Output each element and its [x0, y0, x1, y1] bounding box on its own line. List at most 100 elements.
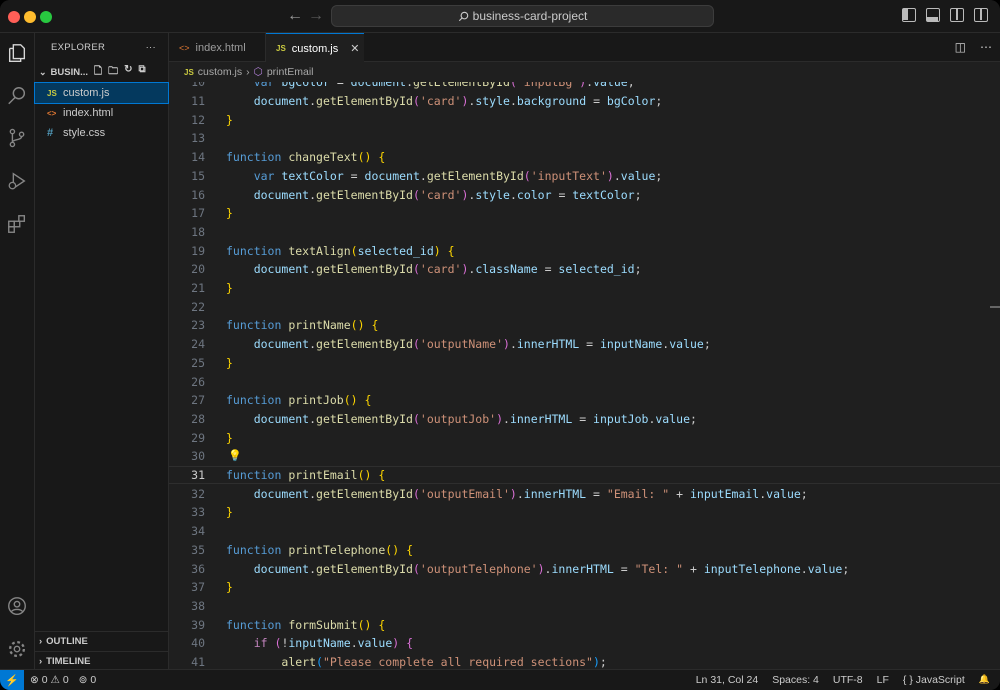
notifications-bell-icon[interactable]: 🔔	[979, 674, 990, 686]
breadcrumb-separator: ›	[246, 66, 250, 78]
explorer-sidebar: EXPLORER ··· ⌄ BUSIN... 🗋 🗀 ↻ ⧉ JS custo…	[34, 33, 169, 671]
code-text: var bgColor = document.getElementById('i…	[253, 82, 635, 90]
code-line[interactable]: 28 document.getElementById('outputJob').…	[169, 410, 1000, 429]
code-line[interactable]: 33}	[169, 503, 1000, 522]
cursor-position[interactable]: Ln 31, Col 24	[696, 674, 758, 686]
tab-custom-js[interactable]: JS custom.js ✕	[266, 33, 364, 63]
account-icon[interactable]	[6, 595, 28, 617]
html-file-icon: <>	[47, 108, 57, 118]
code-line[interactable]: 11 document.getElementById('card').style…	[169, 92, 1000, 111]
code-text: }	[226, 112, 233, 127]
new-folder-icon[interactable]: 🗀	[108, 64, 118, 81]
code-line[interactable]: 32 document.getElementById('outputEmail'…	[169, 484, 1000, 503]
timeline-section[interactable]: › TIMELINE	[35, 651, 169, 671]
code-line[interactable]: 22	[169, 297, 1000, 316]
code-line[interactable]: 29}	[169, 428, 1000, 447]
code-line[interactable]: 26	[169, 372, 1000, 391]
lightbulb-icon[interactable]: 💡	[228, 449, 242, 462]
remote-indicator-icon[interactable]: ⚡	[0, 670, 24, 690]
close-window-button[interactable]	[8, 11, 20, 23]
code-line[interactable]: 12}	[169, 110, 1000, 129]
code-line[interactable]: 20 document.getElementById('card').class…	[169, 260, 1000, 279]
forward-arrow-icon[interactable]: →	[308, 7, 324, 25]
maximize-window-button[interactable]	[40, 11, 52, 23]
customize-layout-icon[interactable]	[974, 8, 988, 22]
code-line[interactable]: 39 function formSubmit() {	[169, 615, 1000, 634]
code-line[interactable]: 24 document.getElementById('outputName')…	[169, 335, 1000, 354]
line-number: 26	[191, 374, 205, 389]
code-line[interactable]: 27 function printJob() {	[169, 391, 1000, 410]
code-line[interactable]: 38	[169, 597, 1000, 616]
code-line[interactable]: 34	[169, 522, 1000, 541]
more-actions-icon[interactable]: ···	[146, 42, 156, 53]
line-number: 16	[191, 187, 205, 202]
explorer-icon[interactable]	[6, 42, 28, 64]
source-control-icon[interactable]	[6, 127, 28, 149]
code-line[interactable]: 40 if (!inputName.value) {	[169, 634, 1000, 653]
end-of-line[interactable]: LF	[877, 674, 889, 686]
extensions-icon[interactable]	[6, 213, 28, 235]
code-line[interactable]: 30	[169, 447, 1000, 466]
file-item-index-html[interactable]: <> index.html	[35, 103, 168, 123]
code-line[interactable]: 17}	[169, 204, 1000, 223]
code-line[interactable]: 19 function textAlign(selected_id) {	[169, 241, 1000, 260]
problems-indicator[interactable]: ⊗ 0 ⚠ 0	[30, 674, 69, 686]
line-number: 17	[191, 206, 205, 221]
settings-gear-icon[interactable]	[6, 638, 28, 660]
code-line[interactable]: 14 function changeText() {	[169, 148, 1000, 167]
code-line[interactable]: 18	[169, 223, 1000, 242]
close-icon[interactable]: ✕	[350, 42, 359, 55]
collapse-all-icon[interactable]: ⧉	[138, 64, 145, 81]
refresh-icon[interactable]: ↻	[124, 64, 132, 81]
toggle-panel-icon[interactable]	[926, 8, 940, 22]
indentation[interactable]: Spaces: 4	[772, 674, 819, 686]
line-number: 11	[191, 94, 205, 109]
file-item-custom-js[interactable]: JS custom.js	[34, 82, 169, 104]
code-text: document.getElementById('outputEmail').i…	[253, 486, 808, 501]
code-line[interactable]: 35 function printTelephone() {	[169, 541, 1000, 560]
outline-section[interactable]: › OUTLINE	[35, 631, 169, 651]
line-number: 34	[191, 524, 205, 539]
code-text: var textColor = document.getElementById(…	[253, 168, 663, 183]
code-text: function printTelephone() {	[226, 542, 413, 557]
code-line[interactable]: 23 function printName() {	[169, 316, 1000, 335]
more-actions-icon[interactable]: ⋯	[980, 40, 992, 54]
code-line[interactable]: 31 function printEmail() {	[169, 465, 1000, 485]
ports-indicator[interactable]: ⊚ 0	[79, 674, 97, 686]
toggle-secondary-sidebar-icon[interactable]	[950, 8, 964, 22]
split-editor-icon[interactable]: ◫	[955, 40, 966, 54]
code-line[interactable]: 13	[169, 129, 1000, 148]
minimize-window-button[interactable]	[24, 11, 36, 23]
code-editor[interactable]: 10 var bgColor = document.getElementById…	[169, 82, 1000, 669]
toggle-primary-sidebar-icon[interactable]	[902, 8, 916, 22]
new-file-icon[interactable]: 🗋	[94, 64, 102, 81]
encoding[interactable]: UTF-8	[833, 674, 863, 686]
code-line[interactable]: 16 document.getElementById('card').style…	[169, 185, 1000, 204]
run-debug-icon[interactable]	[6, 170, 28, 192]
editor-actions: ◫ ⋯	[955, 40, 992, 54]
breadcrumb-file[interactable]: custom.js	[198, 66, 242, 78]
code-text: alert("Please complete all required sect…	[281, 655, 607, 669]
code-line[interactable]: 41 alert("Please complete all required s…	[169, 653, 1000, 669]
breadcrumb-symbol[interactable]: printEmail	[267, 66, 314, 78]
tab-index-html[interactable]: <> index.html	[169, 33, 266, 62]
command-center-search[interactable]: business-card-project	[331, 5, 714, 27]
code-text: document.getElementById('outputTelephone…	[253, 561, 850, 576]
line-number: 25	[191, 355, 205, 370]
search-icon[interactable]	[6, 85, 28, 107]
code-line[interactable]: 25}	[169, 354, 1000, 373]
search-icon	[458, 11, 468, 21]
file-item-style-css[interactable]: # style.css	[35, 123, 168, 143]
chevron-down-icon: ⌄	[39, 66, 47, 77]
code-line[interactable]: 37}	[169, 578, 1000, 597]
code-line[interactable]: 15 var textColor = document.getElementBy…	[169, 167, 1000, 186]
line-number: 39	[191, 617, 205, 632]
code-line[interactable]: 21}	[169, 279, 1000, 298]
code-line[interactable]: 36 document.getElementById('outputTeleph…	[169, 559, 1000, 578]
back-arrow-icon[interactable]: ←	[287, 7, 303, 25]
project-folder[interactable]: ⌄ BUSIN... 🗋 🗀 ↻ ⧉	[35, 61, 168, 83]
language-mode[interactable]: { } JavaScript	[903, 674, 965, 686]
code-line[interactable]: 10 var bgColor = document.getElementById…	[169, 82, 1000, 92]
timeline-label: TIMELINE	[46, 656, 91, 667]
line-number: 21	[191, 281, 205, 296]
